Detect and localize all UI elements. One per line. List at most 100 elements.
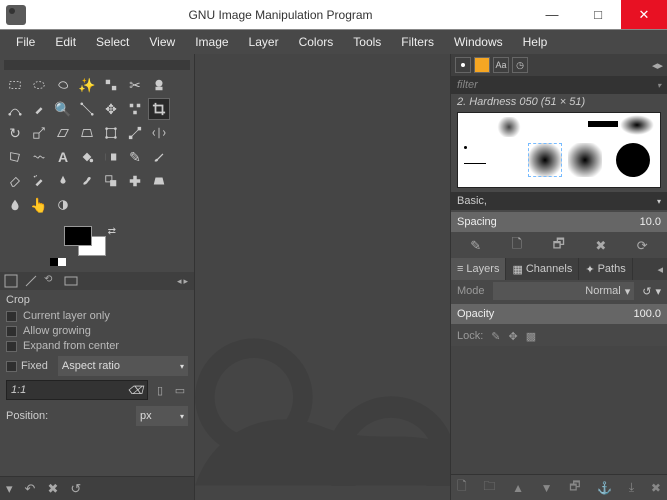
tool-gradient[interactable] bbox=[100, 146, 122, 168]
lock-position-icon[interactable]: ✥ bbox=[509, 330, 518, 343]
tab-layers[interactable]: ≡Layers bbox=[451, 258, 506, 280]
edit-brush-icon[interactable]: ✎ bbox=[470, 238, 481, 254]
merge-down-icon[interactable]: ⤓ bbox=[629, 480, 634, 495]
menu-edit[interactable]: Edit bbox=[47, 33, 84, 51]
tool-warp[interactable] bbox=[28, 146, 50, 168]
menu-select[interactable]: Select bbox=[88, 33, 137, 51]
new-brush-icon[interactable]: 🗋 bbox=[512, 235, 522, 257]
fixed-mode-dropdown[interactable]: Aspect ratio▾ bbox=[58, 356, 188, 376]
tool-mypaint-brush[interactable] bbox=[76, 170, 98, 192]
ratio-input[interactable]: 1:1⌫ bbox=[6, 380, 148, 400]
tab-images-icon[interactable] bbox=[64, 274, 78, 288]
tool-shear[interactable] bbox=[52, 122, 74, 144]
menu-tools[interactable]: Tools bbox=[345, 33, 389, 51]
brush-filter-input[interactable]: filter ▾ bbox=[451, 76, 667, 94]
tab-menu-icon[interactable]: ◂▸ bbox=[177, 276, 190, 287]
menu-filters[interactable]: Filters bbox=[393, 33, 442, 51]
tool-color-picker[interactable] bbox=[28, 98, 50, 120]
layers-tab-menu-icon[interactable]: ◂ bbox=[653, 263, 667, 276]
tool-align[interactable] bbox=[124, 98, 146, 120]
portrait-icon[interactable]: ▯ bbox=[152, 382, 168, 398]
brush-thumb[interactable] bbox=[464, 146, 467, 149]
tool-bucket-fill[interactable] bbox=[76, 146, 98, 168]
tool-zoom[interactable]: 🔍 bbox=[52, 98, 74, 120]
tool-crop[interactable] bbox=[148, 98, 170, 120]
chk-current-layer[interactable] bbox=[6, 311, 17, 322]
mode-reset-icon[interactable]: ↺ bbox=[642, 285, 651, 298]
new-layer-icon[interactable]: 🗋 bbox=[457, 477, 467, 498]
menu-help[interactable]: Help bbox=[515, 33, 556, 51]
minimize-button[interactable]: — bbox=[529, 0, 575, 29]
tool-eraser[interactable] bbox=[4, 170, 26, 192]
brush-thumb[interactable] bbox=[588, 121, 618, 127]
brush-thumb[interactable] bbox=[568, 143, 602, 177]
lock-pixels-icon[interactable]: ✎ bbox=[491, 330, 500, 343]
tool-pencil[interactable]: ✎ bbox=[124, 146, 146, 168]
tool-ellipse-select[interactable] bbox=[28, 74, 50, 96]
chk-expand-center[interactable] bbox=[6, 341, 17, 352]
fonts-tab-icon[interactable]: Aa bbox=[493, 57, 509, 73]
tool-ink[interactable] bbox=[52, 170, 74, 192]
tool-flip[interactable] bbox=[148, 122, 170, 144]
close-button[interactable]: ✕ bbox=[621, 0, 667, 29]
landscape-icon[interactable]: ▭ bbox=[172, 382, 188, 398]
tab-device-status-icon[interactable] bbox=[24, 274, 38, 288]
restore-preset-icon[interactable]: ↶ bbox=[25, 481, 36, 497]
brush-grid[interactable] bbox=[457, 112, 661, 188]
swap-colors-icon[interactable]: ⇄ bbox=[108, 226, 116, 237]
tool-scissors[interactable]: ✂ bbox=[124, 74, 146, 96]
menu-windows[interactable]: Windows bbox=[446, 33, 511, 51]
default-colors-icon[interactable] bbox=[50, 258, 66, 266]
tool-handle-transform[interactable] bbox=[124, 122, 146, 144]
lock-alpha-icon[interactable]: ▩ bbox=[526, 330, 536, 343]
tool-foreground-select[interactable] bbox=[148, 74, 170, 96]
duplicate-layer-icon[interactable]: 🗗 bbox=[569, 477, 580, 498]
tool-rotate[interactable]: ↻ bbox=[4, 122, 26, 144]
tool-scale[interactable] bbox=[28, 122, 50, 144]
position-unit-dropdown[interactable]: px▾ bbox=[136, 406, 188, 426]
brush-thumb[interactable] bbox=[616, 143, 650, 177]
lower-layer-icon[interactable]: ▼ bbox=[541, 481, 553, 495]
raise-layer-icon[interactable]: ▲ bbox=[512, 481, 524, 495]
patterns-tab-icon[interactable] bbox=[474, 57, 490, 73]
tab-channels[interactable]: ▦Channels bbox=[506, 258, 579, 280]
tab-paths[interactable]: ✦Paths bbox=[579, 258, 632, 280]
new-group-icon[interactable]: 🗀 bbox=[483, 477, 495, 498]
delete-preset-icon[interactable]: ✖ bbox=[47, 481, 58, 497]
delete-brush-icon[interactable]: ✖ bbox=[595, 238, 606, 254]
brush-preset-dropdown[interactable]: Basic,▾ bbox=[451, 192, 667, 210]
brushes-tab-menu-icon[interactable]: ◂▸ bbox=[652, 59, 663, 72]
reset-icon[interactable]: ↺ bbox=[70, 481, 81, 497]
tool-clone[interactable] bbox=[100, 170, 122, 192]
opacity-slider[interactable]: Opacity 100.0 bbox=[451, 304, 667, 324]
delete-layer-icon[interactable]: ✖ bbox=[651, 481, 661, 495]
foreground-color[interactable] bbox=[64, 226, 92, 246]
tool-measure[interactable] bbox=[76, 98, 98, 120]
tool-smudge[interactable]: 👆 bbox=[28, 194, 50, 216]
tool-paintbrush[interactable] bbox=[148, 146, 170, 168]
tool-free-select[interactable] bbox=[52, 74, 74, 96]
tool-move[interactable]: ✥ bbox=[100, 98, 122, 120]
tool-heal[interactable] bbox=[124, 170, 146, 192]
tool-paths[interactable] bbox=[4, 98, 26, 120]
save-preset-icon[interactable]: ▾ bbox=[6, 481, 13, 497]
refresh-brushes-icon[interactable]: ⟳ bbox=[637, 238, 648, 254]
menu-colors[interactable]: Colors bbox=[291, 33, 342, 51]
chk-allow-growing[interactable] bbox=[6, 326, 17, 337]
chk-fixed[interactable] bbox=[6, 361, 17, 372]
menu-file[interactable]: File bbox=[8, 33, 43, 51]
duplicate-brush-icon[interactable]: 🗗 bbox=[553, 235, 565, 257]
anchor-layer-icon[interactable]: ⚓ bbox=[597, 481, 612, 495]
tool-by-color-select[interactable] bbox=[100, 74, 122, 96]
tool-blur[interactable] bbox=[4, 194, 26, 216]
tool-fuzzy-select[interactable]: ✨ bbox=[76, 74, 98, 96]
menu-layer[interactable]: Layer bbox=[241, 33, 287, 51]
tab-tool-options-icon[interactable] bbox=[4, 274, 18, 288]
tool-dodge-burn[interactable] bbox=[52, 194, 74, 216]
brush-spacing-slider[interactable]: Spacing 10.0 bbox=[451, 212, 667, 232]
tool-airbrush[interactable] bbox=[28, 170, 50, 192]
toolbox-gripper[interactable] bbox=[4, 60, 190, 70]
menu-view[interactable]: View bbox=[141, 33, 183, 51]
tab-undo-history-icon[interactable]: ⟲ bbox=[44, 274, 58, 288]
brush-thumb[interactable] bbox=[496, 117, 522, 137]
